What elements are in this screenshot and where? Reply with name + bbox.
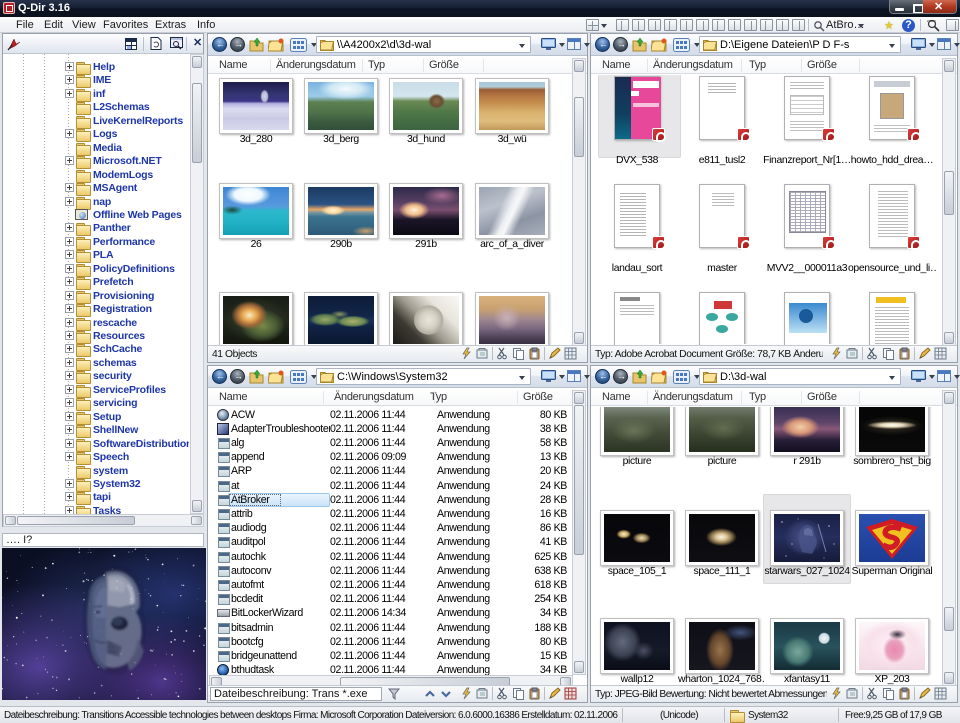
svg-text:zoom: zoom — [927, 19, 936, 23]
